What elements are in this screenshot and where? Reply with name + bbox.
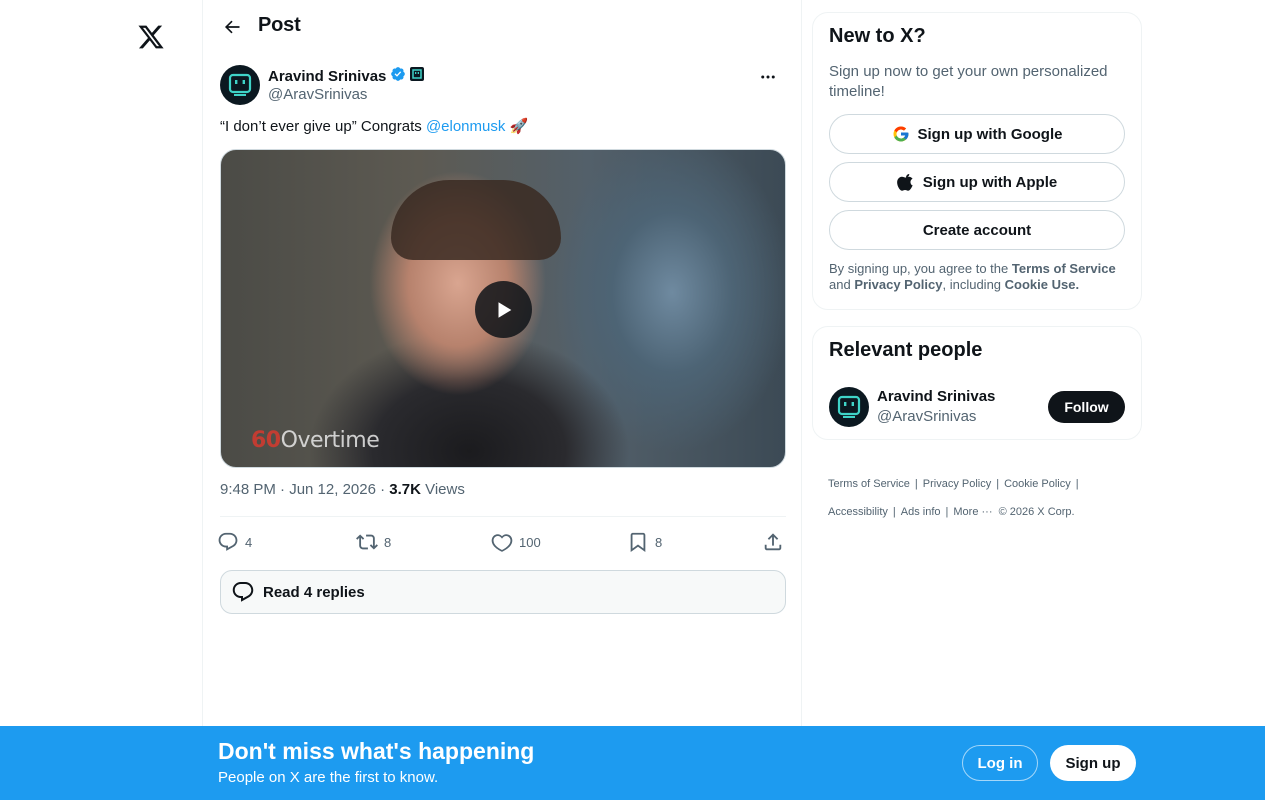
post-meta: 9:48 PM · Jun 12, 2026 · 3.7K Views (220, 481, 465, 498)
relevant-people-title: Relevant people (829, 339, 983, 361)
monitor-logo-icon (837, 395, 861, 418)
main-column: Post Aravind Srinivas @AravSrinivas “I d… (202, 0, 802, 800)
post-text-suffix: 🚀 (505, 118, 529, 135)
signup-button[interactable]: Sign up (1050, 745, 1136, 781)
reply-count: 4 (245, 534, 253, 550)
x-logo-icon[interactable] (131, 17, 171, 57)
signup-legal-text: By signing up, you agree to the Terms of… (829, 261, 1129, 293)
follow-button[interactable]: Follow (1048, 391, 1125, 423)
divider (220, 516, 786, 517)
play-icon[interactable] (475, 281, 532, 338)
signup-card-title: New to X? (829, 25, 926, 47)
repost-icon (356, 534, 378, 550)
back-arrow-icon[interactable] (215, 10, 249, 44)
legal-text-1: By signing up, you agree to the (829, 261, 1012, 276)
views-count: 3.7K (389, 481, 421, 498)
footer-cookie-link[interactable]: Cookie Policy (1004, 478, 1071, 490)
legal-text-3: , including (942, 277, 1005, 292)
bookmark-count: 8 (655, 534, 663, 550)
signup-apple-label: Sign up with Apple (922, 173, 1058, 191)
signup-card-subtitle: Sign up now to get your own personalized… (829, 63, 1108, 100)
post-text: “I don’t ever give up” Congrats @elonmus… (220, 117, 528, 137)
reply-button[interactable]: 4 (217, 531, 252, 553)
views-label: Views (420, 481, 465, 498)
footer-ads-link[interactable]: Ads info (901, 506, 941, 518)
create-account-button[interactable]: Create account (829, 210, 1125, 250)
cookie-link[interactable]: Cookie Use. (1005, 277, 1079, 292)
google-icon (893, 126, 908, 142)
video-player[interactable]: 60Overtime (220, 149, 786, 468)
mention-link[interactable]: @elonmusk (426, 118, 505, 135)
login-button[interactable]: Log in (962, 745, 1038, 781)
watermark-word: Overtime (280, 428, 380, 453)
footer-terms-link[interactable]: Terms of Service (828, 478, 910, 490)
bookmark-icon (630, 532, 646, 553)
reply-icon (218, 532, 238, 551)
post-text-prefix: “I don’t ever give up” Congrats (220, 118, 426, 135)
action-bar: 4 8 100 8 (217, 531, 789, 557)
page-title: Post (258, 14, 301, 36)
like-count: 100 (519, 534, 541, 550)
footer-privacy-link[interactable]: Privacy Policy (923, 478, 991, 490)
banner-subtitle: People on X are the first to know. (218, 769, 439, 786)
signup-google-label: Sign up with Google (917, 125, 1063, 143)
privacy-link[interactable]: Privacy Policy (854, 277, 942, 292)
signup-card: New to X? Sign up now to get your own pe… (812, 12, 1142, 310)
post-timestamp[interactable]: 9:48 PM · Jun 12, 2026 · (220, 481, 389, 498)
avatar[interactable] (829, 387, 869, 427)
person-name[interactable]: Aravind Srinivas (877, 388, 995, 405)
like-button[interactable]: 100 (491, 531, 541, 553)
apple-icon (896, 174, 913, 191)
legal-text-2: and (829, 277, 855, 292)
footer-accessibility-link[interactable]: Accessibility (828, 506, 888, 518)
avatar[interactable] (220, 65, 260, 105)
video-watermark: 60Overtime (251, 428, 380, 453)
affiliate-badge-icon (410, 67, 425, 85)
more-options-icon[interactable] (753, 62, 783, 92)
signup-apple-button[interactable]: Sign up with Apple (829, 162, 1125, 202)
relevant-person[interactable]: Aravind Srinivas @AravSrinivas Follow (829, 387, 1125, 427)
bottom-signup-banner: Don't miss what's happening People on X … (0, 726, 1265, 800)
footer-copyright: © 2026 X Corp. (998, 506, 1075, 518)
person-handle[interactable]: @AravSrinivas (877, 408, 976, 425)
author-name[interactable]: Aravind Srinivas (268, 68, 386, 85)
repost-button[interactable]: 8 (356, 531, 391, 553)
repost-count: 8 (384, 534, 392, 550)
banner-title: Don't miss what's happening (218, 738, 535, 764)
create-account-label: Create account (922, 221, 1032, 239)
author-handle[interactable]: @AravSrinivas (268, 86, 367, 103)
verified-badge-icon (390, 66, 406, 86)
relevant-people-card: Relevant people Aravind Srinivas @AravSr… (812, 326, 1142, 440)
share-button[interactable] (762, 531, 784, 553)
heart-icon (491, 534, 513, 552)
author-name-row: Aravind Srinivas (268, 66, 425, 86)
monitor-logo-icon (228, 73, 252, 96)
footer-more-link[interactable]: More ··· (953, 506, 992, 518)
replies-bubble-icon (232, 582, 254, 602)
watermark-number: 60 (251, 428, 281, 453)
terms-link[interactable]: Terms of Service (1012, 261, 1116, 276)
read-replies-label: Read 4 replies (263, 583, 365, 601)
author-row: Aravind Srinivas @AravSrinivas (219, 64, 787, 106)
share-icon (764, 533, 782, 551)
read-replies-button[interactable]: Read 4 replies (220, 570, 786, 614)
video-frame-detail (391, 180, 561, 260)
bookmark-button[interactable]: 8 (627, 531, 662, 553)
left-nav (0, 0, 202, 800)
footer-links: Terms of Service | Privacy Policy | Cookie P… (828, 478, 1079, 518)
header: Post (203, 0, 803, 53)
signup-google-button[interactable]: Sign up with Google (829, 114, 1125, 154)
